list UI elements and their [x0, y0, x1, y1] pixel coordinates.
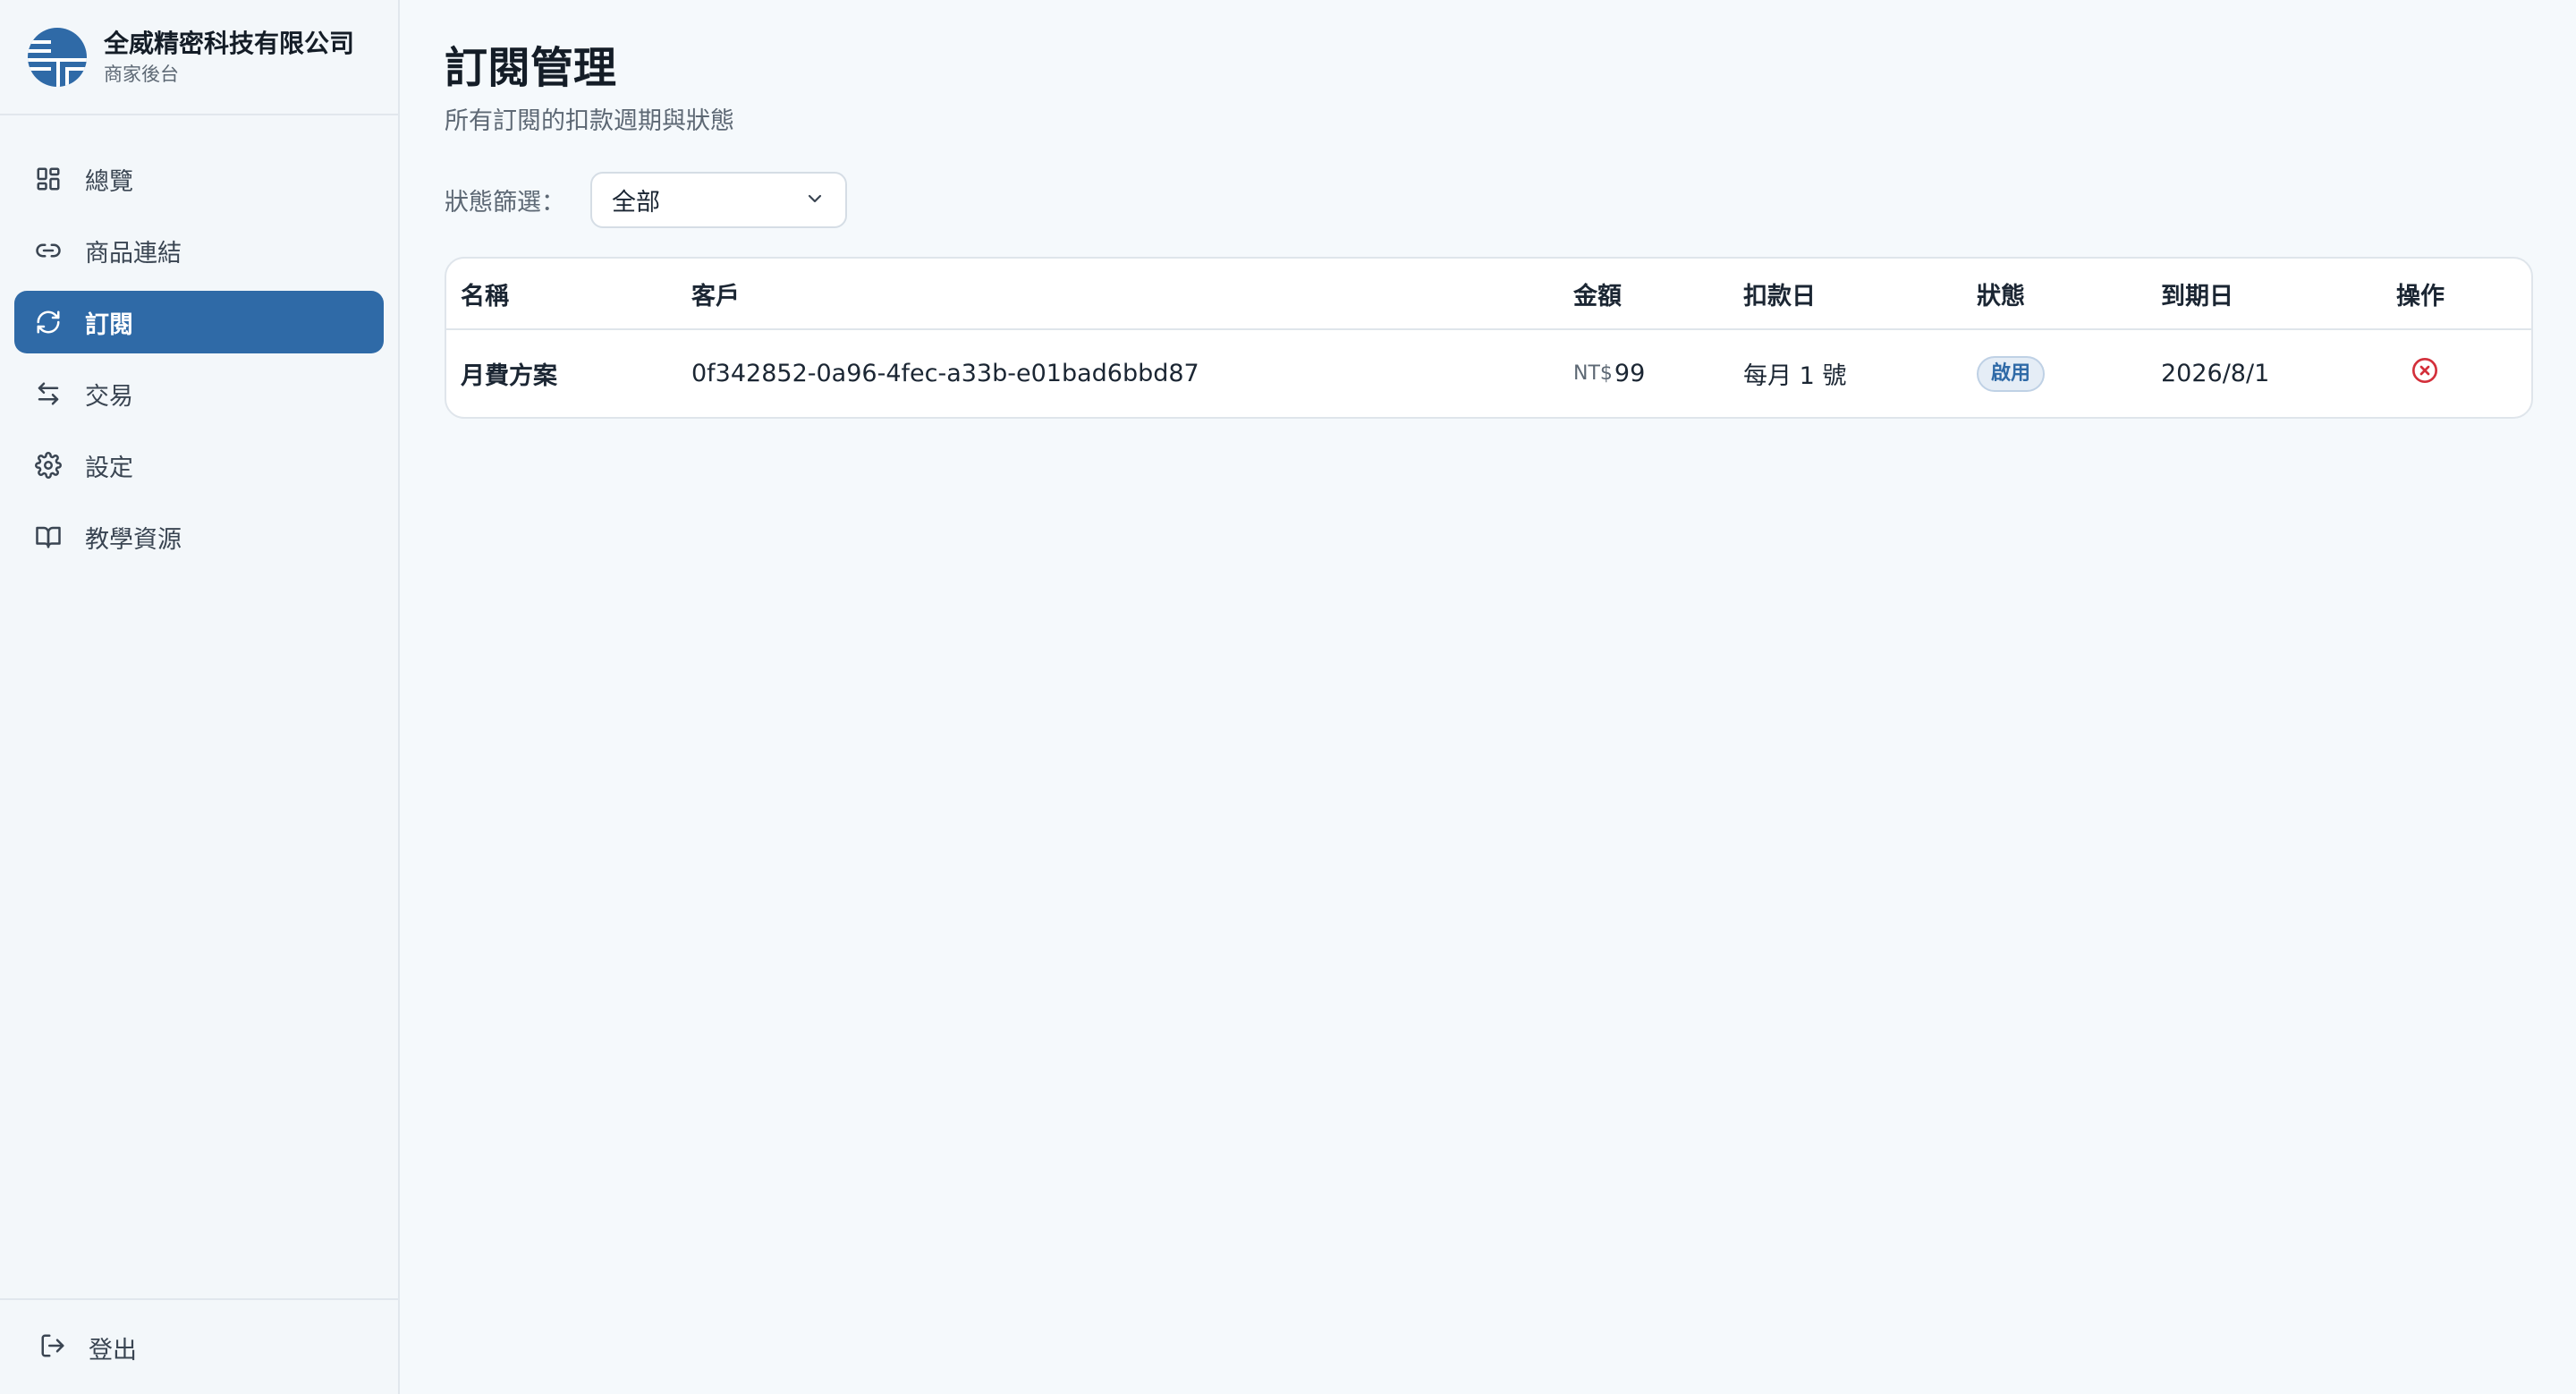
table-row: 月費方案 0f342852-0a96-4fec-a33b-e01bad6bbd8… — [446, 330, 2531, 417]
page-subtitle: 所有訂閱的扣款週期與狀態 — [445, 107, 734, 135]
amount-value: 99 — [1614, 360, 1646, 387]
sidebar-item-label: 訂閱 — [85, 310, 133, 339]
sidebar-footer: 登出 — [0, 1298, 398, 1394]
currency-label: NT$ — [1573, 362, 1613, 385]
cell-plan-name: 月費方案 — [461, 362, 557, 390]
column-header-status: 狀態 — [1977, 282, 2025, 310]
logout-label: 登出 — [89, 1336, 137, 1364]
sidebar-item-transactions[interactable]: 交易 — [14, 362, 384, 425]
column-header-action: 操作 — [2396, 282, 2445, 310]
main-content: 訂閱管理 所有訂閱的扣款週期與狀態 狀態篩選： 全部 名稱 客戶 金額 扣款日 … — [400, 0, 2576, 1394]
column-header-name: 名稱 — [461, 282, 509, 310]
brand-subtitle: 商家後台 — [104, 63, 179, 85]
arrows-left-right-icon — [34, 379, 63, 408]
dashboard-icon — [34, 165, 63, 193]
brand-header: 全威精密科技有限公司 商家後台 — [0, 0, 398, 115]
status-badge: 啟用 — [1977, 355, 2046, 392]
cell-billing-day: 每月 1 號 — [1743, 362, 1847, 390]
refresh-icon — [34, 308, 63, 336]
sidebar-item-label: 設定 — [85, 454, 133, 482]
book-icon — [34, 523, 63, 551]
page-title: 訂閱管理 — [445, 43, 617, 93]
link-icon — [34, 236, 63, 265]
status-filter-label: 狀態篩選： — [445, 189, 565, 217]
column-header-billing-day: 扣款日 — [1743, 282, 1816, 310]
cell-amount: NT$ 99 — [1573, 330, 1645, 417]
cell-action — [2396, 330, 2448, 417]
sidebar-item-label: 教學資源 — [85, 525, 182, 554]
sidebar-item-settings[interactable]: 設定 — [14, 434, 384, 497]
table-header-row: 名稱 客戶 金額 扣款日 狀態 到期日 操作 — [446, 259, 2531, 330]
sidebar-item-label: 總覽 — [85, 167, 133, 196]
x-circle-icon — [2411, 356, 2439, 391]
status-filter-select[interactable]: 全部 — [590, 172, 847, 228]
sidebar-nav: 總覽 商品連結 訂閱 交易 設定 教學資源 — [0, 115, 398, 568]
status-filter-value: 全部 — [612, 189, 660, 217]
cell-expiry: 2026/8/1 — [2161, 360, 2270, 387]
logout-icon — [39, 1332, 66, 1363]
company-name: 全威精密科技有限公司 — [104, 28, 355, 58]
sidebar-item-label: 商品連結 — [85, 239, 182, 268]
brand-text: 全威精密科技有限公司 商家後台 — [104, 28, 354, 87]
column-header-expiry: 到期日 — [2161, 282, 2233, 310]
gear-icon — [34, 451, 63, 480]
subscriptions-table: 名稱 客戶 金額 扣款日 狀態 到期日 操作 月費方案 0f342852-0a9… — [445, 257, 2533, 419]
company-logo — [28, 27, 87, 87]
sidebar: 全威精密科技有限公司 商家後台 總覽 商品連結 訂閱 交易 設定 教學資源 登出 — [0, 0, 400, 1394]
column-header-customer: 客戶 — [691, 282, 740, 310]
cell-status: 啟用 — [1977, 330, 2046, 417]
chevron-down-icon — [804, 188, 826, 213]
column-header-amount: 金額 — [1573, 282, 1622, 310]
status-filter-row: 狀態篩選： 全部 — [445, 172, 2533, 228]
cell-customer-id: 0f342852-0a96-4fec-a33b-e01bad6bbd87 — [691, 360, 1199, 387]
sidebar-item-label: 交易 — [85, 382, 133, 411]
sidebar-item-tutorials[interactable]: 教學資源 — [14, 506, 384, 568]
cancel-subscription-button[interactable] — [2402, 351, 2448, 397]
app-root: 全威精密科技有限公司 商家後台 總覽 商品連結 訂閱 交易 設定 教學資源 登出… — [0, 0, 2576, 1394]
sidebar-item-product-links[interactable]: 商品連結 — [14, 219, 384, 282]
sidebar-item-overview[interactable]: 總覽 — [14, 148, 384, 210]
logout-button[interactable]: 登出 — [14, 1316, 384, 1379]
sidebar-item-subscriptions[interactable]: 訂閱 — [14, 291, 384, 353]
